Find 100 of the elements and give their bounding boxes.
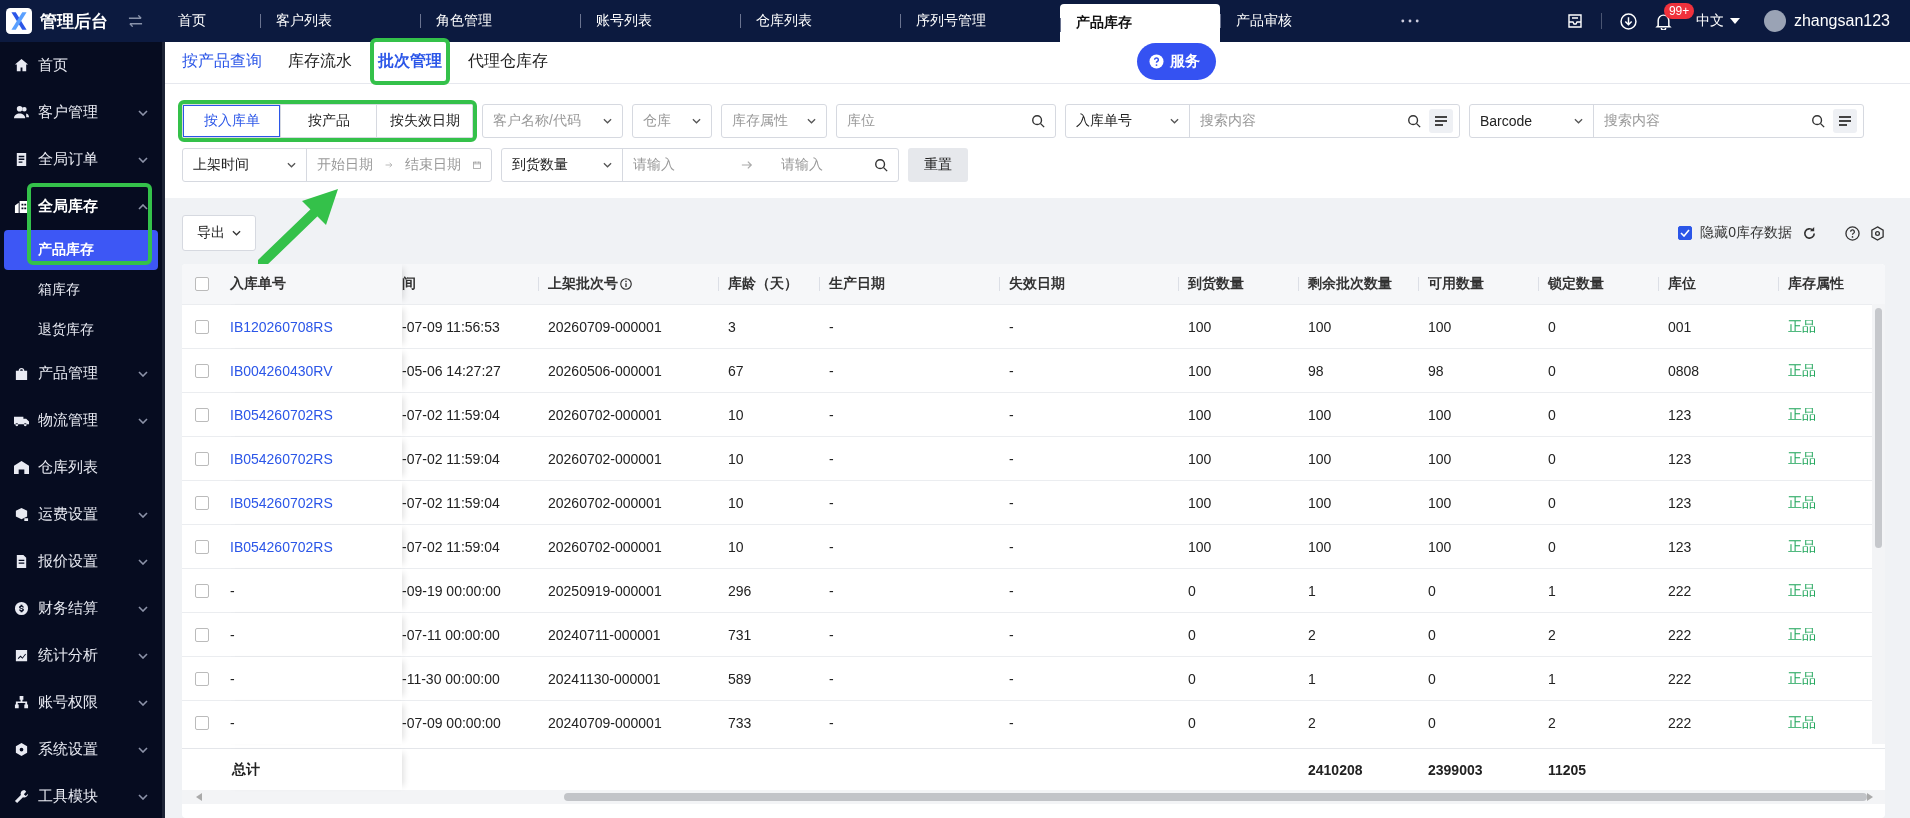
select-field[interactable]: 上架时间 [183,149,307,181]
page-tab[interactable]: 首页 [165,0,260,42]
sidebar-item[interactable]: 财务结算 [0,585,162,632]
checkbox[interactable] [195,363,209,378]
home-icon [14,58,29,73]
table-cell: - [829,450,834,467]
table-cell: 123 [1668,450,1692,467]
download-icon[interactable] [1619,12,1637,30]
table-cell: - [829,494,834,511]
segment-option[interactable]: 按失效日期 [376,105,472,137]
order-link[interactable]: IB120260708RS [230,318,333,335]
vertical-scrollbar[interactable] [1872,304,1885,744]
table-cell: - [829,406,834,423]
column-header: 库位 [1668,275,1696,293]
page-tab[interactable]: 账号列表 [580,0,740,42]
table-cell: 10 [728,406,744,423]
username[interactable]: zhangsan123 [1793,12,1890,30]
tab[interactable]: 按产品查询 [182,42,262,83]
table-cell: 1 [1548,582,1556,599]
checkbox[interactable] [195,319,209,334]
sidebar-item[interactable]: 统计分析 [0,632,162,679]
checkbox[interactable] [195,407,209,422]
order-link[interactable]: IB054260702RS [230,406,333,423]
list-icon[interactable] [1429,109,1453,133]
sidebar-item[interactable]: 客户管理 [0,89,162,136]
table-cell: 3 [728,318,736,335]
checkbox[interactable] [1678,226,1693,240]
segment-option[interactable]: 按入库单 [183,105,280,137]
page-tab[interactable]: 仓库列表 [740,0,900,42]
table-cell: 20260506-000001 [548,362,662,379]
refresh-icon[interactable] [1802,225,1817,241]
checkbox[interactable] [195,277,209,291]
checkbox[interactable] [195,671,209,686]
swap-icon[interactable] [128,15,143,27]
checkbox[interactable] [195,583,209,598]
sidebar-subitem[interactable]: 退货库存 [4,310,158,350]
sidebar-item[interactable]: 工具模块 [0,773,162,818]
page-tab[interactable]: 序列号管理 [900,0,1060,42]
checkbox[interactable] [195,627,209,642]
table-cell: 222 [1668,670,1692,687]
search-icon[interactable] [1811,114,1825,128]
tab[interactable]: 代理仓库存 [468,42,548,83]
select-field[interactable]: 入库单号 [1066,105,1190,137]
table-cell: 0 [1548,450,1556,467]
sidebar-item[interactable]: 运费设置 [0,491,162,538]
order-link[interactable]: IB054260702RS [230,538,333,555]
inbox-icon[interactable] [1566,13,1583,29]
search-icon[interactable] [1407,114,1421,128]
chevron-icon [138,699,148,706]
sidebar-item[interactable]: 首页 [0,42,162,89]
search-icon[interactable] [1031,114,1045,128]
tab[interactable]: 批次管理 [378,42,442,83]
table-cell: 正品 [1788,669,1816,688]
tab[interactable]: 库存流水 [288,42,352,83]
search-icon[interactable] [874,158,888,172]
order-link[interactable]: IB004260430RV [230,362,333,379]
table-cell: 0 [1428,670,1436,687]
checkbox[interactable] [195,539,209,554]
table-cell: - [829,318,834,335]
checkbox[interactable] [195,451,209,466]
chevron-icon [138,203,148,210]
column-header: 锁定数量 [1548,275,1604,293]
table-cell: 222 [1668,714,1692,731]
page-tab[interactable]: 产品审核 [1220,0,1380,42]
reset-button[interactable]: 重置 [908,148,968,182]
sidebar-item[interactable]: 系统设置 [0,726,162,773]
sidebar-item[interactable]: 报价设置 [0,538,162,585]
checkbox[interactable] [195,715,209,730]
table-cell: 2 [1308,626,1316,643]
column-header: 上架批次号 [548,275,618,293]
select-field[interactable]: Barcode [1470,105,1594,137]
help-icon [1149,54,1164,69]
sidebar-item[interactable]: 全局库存 [0,183,162,230]
table-cell: -07-02 11:59:04 [402,406,500,423]
export-button[interactable]: 导出 [182,215,256,251]
list-icon[interactable] [1833,109,1857,133]
order-link[interactable]: IB054260702RS [230,494,333,511]
table-cell: 296 [728,582,752,599]
page-tab[interactable]: 客户列表 [260,0,420,42]
chevron-icon [1170,118,1179,124]
table-cell: 100 [1428,538,1452,555]
sidebar-subitem[interactable]: 箱库存 [4,270,158,310]
sidebar-item[interactable]: 物流管理 [0,397,162,444]
avatar[interactable] [1763,10,1786,32]
page-tab[interactable]: 产品库存 [1060,4,1220,42]
sidebar-item[interactable]: 账号权限 [0,679,162,726]
sidebar-item[interactable]: 全局订单 [0,136,162,183]
sidebar-item[interactable]: 仓库列表 [0,444,162,491]
help-icon[interactable] [1845,225,1860,241]
table-cell: 100 [1308,450,1332,467]
select-field[interactable]: 到货数量 [502,149,623,181]
table-cell: -11-30 00:00:00 [402,670,500,687]
settings-icon[interactable] [1870,225,1885,241]
order-link[interactable]: IB054260702RS [230,450,333,467]
sidebar-item[interactable]: 产品管理 [0,350,162,397]
checkbox[interactable] [195,495,209,510]
service-button[interactable]: 服务 [1137,43,1216,80]
table-cell: 123 [1668,494,1692,511]
more-icon[interactable] [1401,19,1419,23]
page-tab[interactable]: 角色管理 [420,0,580,42]
